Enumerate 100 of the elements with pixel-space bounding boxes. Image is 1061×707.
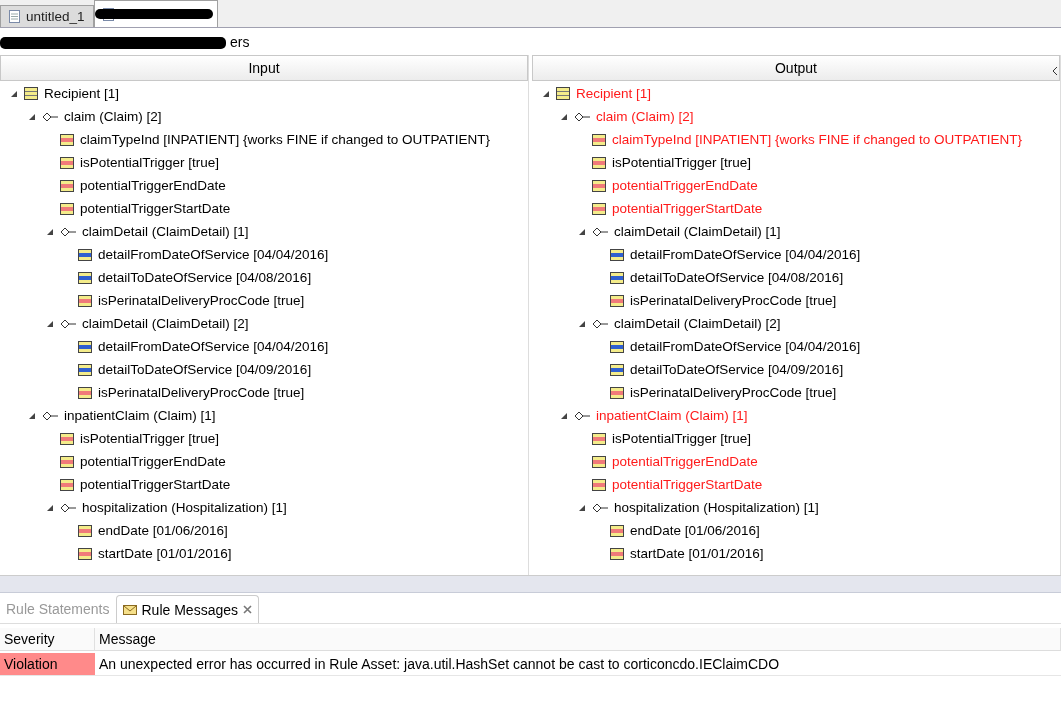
diamond-link-icon (60, 226, 76, 237)
attribute-icon (78, 294, 92, 307)
tree-item[interactable]: claim (Claim) [2] (64, 109, 162, 124)
attribute-icon (60, 478, 74, 491)
editor-tab[interactable] (93, 0, 218, 27)
tree-item[interactable]: detailToDateOfService [04/09/2016] (98, 362, 312, 377)
diamond-link-icon (574, 111, 590, 122)
attribute-icon (592, 478, 606, 491)
expanded-caret-icon[interactable] (46, 319, 54, 328)
tree-item[interactable]: isPotentialTrigger [true] (80, 431, 220, 446)
panel-header: Input (0, 55, 528, 81)
tree-item[interactable]: inpatientClaim (Claim) [1] (64, 408, 216, 423)
tree-item[interactable]: claimTypeInd [INPATIENT] {works FINE if changed to OUTPATIENT} (80, 132, 491, 147)
tree-item[interactable]: isPotentialTrigger [true] (80, 155, 220, 170)
attribute-icon (78, 340, 92, 353)
expanded-caret-icon[interactable] (46, 227, 54, 236)
tree-item[interactable]: hospitalization (Hospitalization) [1] (614, 500, 819, 515)
attribute-icon (592, 432, 606, 445)
tree-item[interactable]: potentialTriggerStartDate (80, 201, 231, 216)
column-header[interactable]: Severity (0, 628, 95, 651)
attribute-icon (610, 248, 624, 261)
attribute-icon (610, 294, 624, 307)
attribute-icon (78, 363, 92, 376)
attribute-icon (78, 271, 92, 284)
diamond-link-icon (60, 502, 76, 513)
expanded-caret-icon[interactable] (578, 319, 586, 328)
attribute-icon (78, 248, 92, 261)
tree-item[interactable]: claimTypeInd [INPATIENT] {works FINE if changed to OUTPATIENT} (612, 132, 1023, 147)
tree-item[interactable]: detailFromDateOfService [04/04/2016] (98, 339, 329, 354)
tree-item[interactable]: claim (Claim) [2] (596, 109, 694, 124)
diamond-link-icon (574, 410, 590, 421)
expanded-caret-icon[interactable] (560, 112, 568, 121)
expanded-caret-icon[interactable] (578, 503, 586, 512)
tree-item[interactable]: startDate [01/01/2016] (630, 546, 764, 561)
attribute-icon (610, 524, 624, 537)
expanded-caret-icon[interactable] (28, 112, 36, 121)
tree-item[interactable]: inpatientClaim (Claim) [1] (596, 408, 748, 423)
tree-item[interactable]: isPerinatalDeliveryProcCode [true] (98, 293, 305, 308)
tree-item[interactable]: detailToDateOfService [04/08/2016] (630, 270, 844, 285)
attribute-icon (610, 271, 624, 284)
tree-item[interactable]: isPotentialTrigger [true] (612, 431, 752, 446)
attribute-icon (592, 455, 606, 468)
diamond-link-icon (592, 318, 608, 329)
tree-item[interactable]: endDate [01/06/2016] (98, 523, 228, 538)
tree-item[interactable]: isPerinatalDeliveryProcCode [true] (630, 293, 837, 308)
tree-item[interactable]: claimDetail (ClaimDetail) [1] (82, 224, 249, 239)
expanded-caret-icon[interactable] (578, 227, 586, 236)
expanded-caret-icon[interactable] (28, 411, 36, 420)
diamond-link-icon (42, 410, 58, 421)
entity-icon (556, 87, 570, 100)
tree-item[interactable]: potentialTriggerStartDate (612, 477, 763, 492)
attribute-icon (610, 363, 624, 376)
attribute-icon (592, 179, 606, 192)
chevron-left-icon[interactable] (1052, 66, 1058, 76)
expanded-caret-icon[interactable] (10, 89, 18, 98)
attribute-icon (610, 547, 624, 560)
tree-item[interactable]: claimDetail (ClaimDetail) [2] (82, 316, 249, 331)
tree-item[interactable]: startDate [01/01/2016] (98, 546, 232, 561)
attribute-icon (60, 432, 74, 445)
expanded-caret-icon[interactable] (560, 411, 568, 420)
column-header[interactable]: Message (95, 628, 1061, 651)
tree-item[interactable]: potentialTriggerStartDate (612, 201, 763, 216)
tree-item[interactable]: isPotentialTrigger [true] (612, 155, 752, 170)
tree-item[interactable]: isPerinatalDeliveryProcCode [true] (630, 385, 837, 400)
message-cell: An unexpected error has occurred in Rule Asset: java.util.HashSet cannot be cast to corticoncdo.IEClaimCDO (95, 653, 1061, 676)
tree-item[interactable]: claimDetail (ClaimDetail) [2] (614, 316, 781, 331)
tree-item[interactable]: Recipient [1] (44, 86, 120, 101)
tree-item[interactable]: isPerinatalDeliveryProcCode [true] (98, 385, 305, 400)
tree-item[interactable]: detailFromDateOfService [04/04/2016] (98, 247, 329, 262)
tree-item[interactable]: potentialTriggerEndDate (80, 454, 226, 469)
diamond-link-icon (60, 318, 76, 329)
close-icon[interactable] (243, 605, 252, 614)
attribute-icon (610, 386, 624, 399)
tree-item[interactable]: detailToDateOfService [04/08/2016] (98, 270, 312, 285)
attribute-icon (592, 133, 606, 146)
diamond-link-icon (592, 226, 608, 237)
tree-item[interactable]: potentialTriggerEndDate (80, 178, 226, 193)
attribute-icon (592, 156, 606, 169)
expanded-caret-icon[interactable] (46, 503, 54, 512)
tree-item[interactable]: potentialTriggerEndDate (612, 454, 758, 469)
envelope-icon (122, 604, 137, 615)
diamond-link-icon (42, 111, 58, 122)
attribute-icon (78, 547, 92, 560)
tree-item[interactable]: detailFromDateOfService [04/04/2016] (630, 247, 861, 262)
editor-tab[interactable]: untitled_1 (0, 5, 94, 27)
attribute-icon (60, 133, 74, 146)
tree-item[interactable]: detailToDateOfService [04/09/2016] (630, 362, 844, 377)
tree-item[interactable]: claimDetail (ClaimDetail) [1] (614, 224, 781, 239)
severity-cell: Violation (0, 653, 95, 676)
tree-item[interactable]: potentialTriggerStartDate (80, 477, 231, 492)
attribute-icon (610, 340, 624, 353)
tree-item[interactable]: potentialTriggerEndDate (612, 178, 758, 193)
subtitle-text: ers (230, 33, 250, 50)
attribute-icon (60, 455, 74, 468)
view-tab[interactable]: Rule Messages (115, 595, 259, 623)
tree-item[interactable]: Recipient [1] (576, 86, 652, 101)
tree-item[interactable]: hospitalization (Hospitalization) [1] (82, 500, 287, 515)
tree-item[interactable]: detailFromDateOfService [04/04/2016] (630, 339, 861, 354)
tree-item[interactable]: endDate [01/06/2016] (630, 523, 760, 538)
expanded-caret-icon[interactable] (542, 89, 550, 98)
